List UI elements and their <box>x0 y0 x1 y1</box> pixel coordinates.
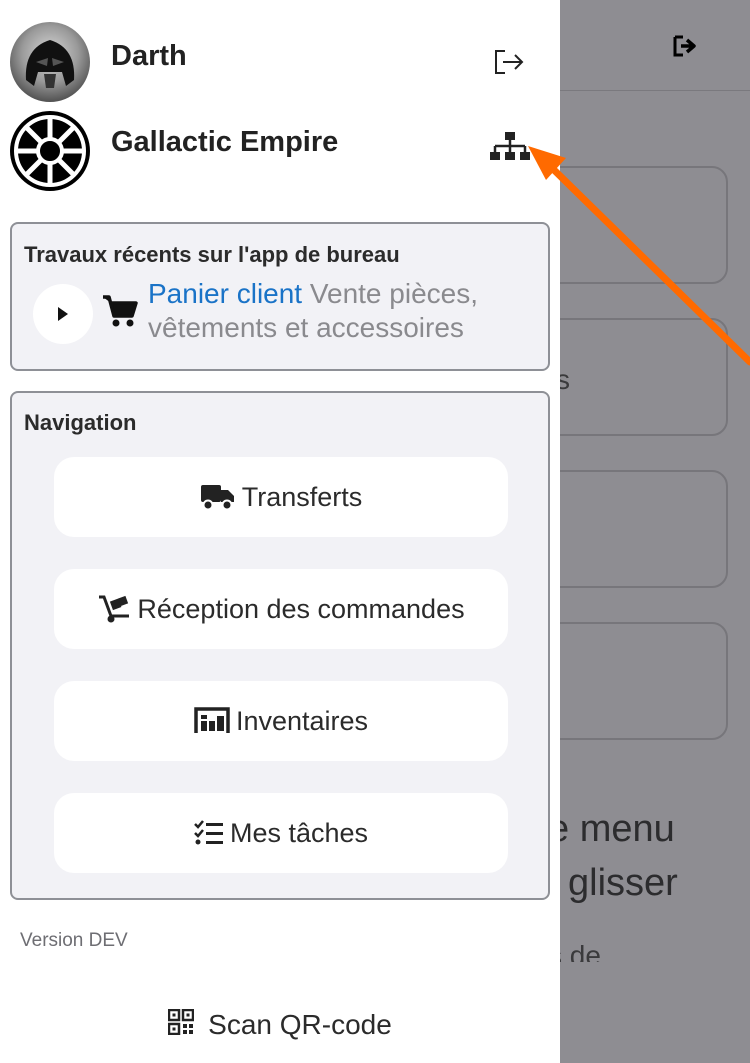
tasks-icon <box>194 820 224 846</box>
side-drawer: Darth Gallactic Empire Travaux récents s… <box>0 0 560 1063</box>
logout-icon <box>673 35 696 57</box>
warehouse-icon <box>194 707 230 735</box>
scan-qr-label: Scan QR-code <box>208 1009 392 1040</box>
navigation-section: Navigation Transferts Réception des comm… <box>10 391 550 900</box>
nav-button-label: Transferts <box>241 481 363 512</box>
dolly-icon <box>97 594 131 624</box>
recent-work-title: Travaux récents sur l'app de bureau <box>24 242 400 267</box>
user-name: Darth <box>111 40 187 72</box>
recent-item: Panier client Vente pièces, vêtements et… <box>148 277 538 345</box>
helmet-icon <box>25 40 75 88</box>
organization-name: Gallactic Empire <box>111 126 339 158</box>
truck-icon <box>200 483 236 511</box>
recent-item-link[interactable]: Panier client <box>148 278 302 309</box>
org-logo <box>10 111 90 191</box>
background-text: e menu <box>548 808 675 850</box>
nav-button-label: Inventaires <box>235 705 369 736</box>
nav-button-label: Mes tâches <box>229 817 369 848</box>
play-button[interactable] <box>33 284 93 344</box>
nav-button-mes-taches[interactable]: Mes tâches <box>54 793 508 873</box>
cart-icon <box>103 295 138 327</box>
play-icon <box>58 307 68 321</box>
navigation-title: Navigation <box>24 410 137 435</box>
sitemap-icon[interactable] <box>490 130 530 164</box>
recent-work-section: Travaux récents sur l'app de bureau Pani… <box>10 222 550 371</box>
empire-logo-icon <box>14 115 86 187</box>
nav-button-inventaires[interactable]: Inventaires <box>54 681 508 761</box>
logout-icon[interactable] <box>493 48 525 76</box>
nav-button-label: Réception des commandes <box>137 593 465 624</box>
scan-qr-button[interactable]: Scan QR-code <box>0 995 560 1055</box>
user-avatar <box>10 22 90 102</box>
nav-button-transferts[interactable]: Transferts <box>54 457 508 537</box>
background-text: glisser <box>568 862 678 904</box>
version-label: Version DEV <box>20 930 128 951</box>
qrcode-icon <box>167 1008 195 1042</box>
nav-button-reception[interactable]: Réception des commandes <box>54 569 508 649</box>
